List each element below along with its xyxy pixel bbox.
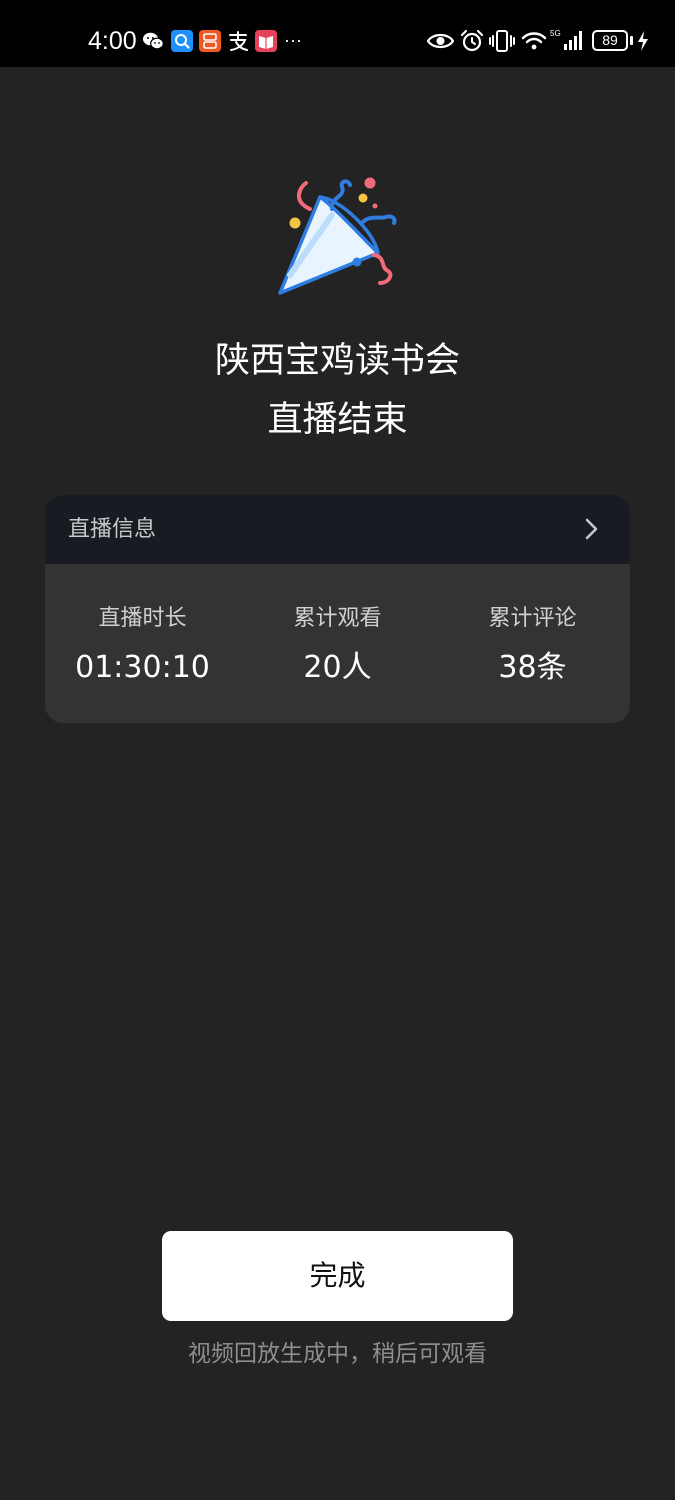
status-time: 4:00 [88, 27, 137, 55]
stat-viewers-label: 累计观看 [293, 606, 382, 631]
room-title: 陕西宝鸡读书会 [214, 341, 460, 381]
signal-5g-icon: 5G [550, 29, 582, 50]
replay-processing-note: 视频回放生成中，稍后可观看 [188, 1341, 487, 1367]
battery-nub [630, 36, 633, 45]
stat-comments-label: 累计评论 [488, 606, 577, 631]
alipay-icon [229, 31, 248, 51]
orange-app-icon [199, 30, 221, 52]
alarm-icon [460, 29, 484, 52]
stat-comments: 累计评论 38条 [435, 603, 630, 687]
party-popper-icon [278, 177, 397, 295]
live-info-label: 直播信息 [68, 517, 157, 542]
eye-icon [427, 33, 454, 49]
battery-indicator: 89 [592, 30, 628, 51]
live-info-card: 直播信息 直播时长 01:30:10 累计观看 20人 累计评论 38条 [45, 495, 630, 723]
live-info-header[interactable]: 直播信息 [45, 495, 630, 564]
stat-duration-value: 01:30:10 [75, 650, 210, 685]
chevron-right-icon [585, 518, 598, 540]
vibrate-icon [489, 30, 515, 52]
wechat-icon [143, 32, 164, 50]
status-bar: 4:00 ··· 5G 89 [0, 0, 675, 67]
stat-viewers-value: 20人 [303, 650, 372, 685]
done-button[interactable]: 完成 [162, 1231, 513, 1321]
charging-icon [638, 31, 648, 51]
reader-app-icon [255, 30, 277, 52]
stat-comments-value: 38条 [498, 650, 567, 685]
stat-viewers: 累计观看 20人 [240, 603, 435, 687]
status-more-indicator: ··· [284, 30, 302, 50]
wifi-icon [521, 32, 547, 50]
live-ended-title: 直播结束 [267, 400, 408, 440]
stat-duration: 直播时长 01:30:10 [45, 603, 240, 687]
svg-text:5G: 5G [550, 29, 561, 38]
search-app-icon [171, 30, 193, 52]
stat-duration-label: 直播时长 [98, 606, 187, 631]
